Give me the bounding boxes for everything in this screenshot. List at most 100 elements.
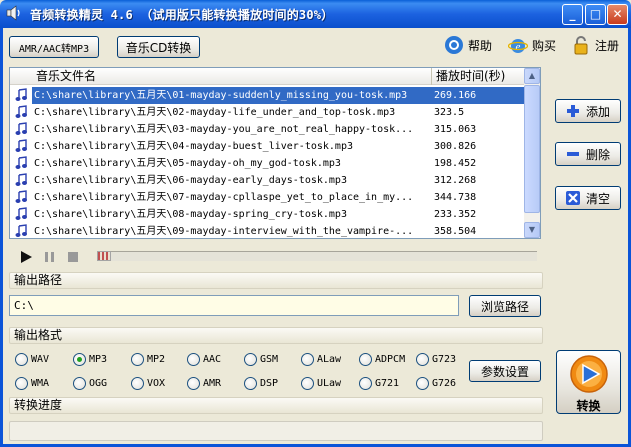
scroll-down-button[interactable]: ▼ [524,222,540,238]
music-note-icon [15,156,27,169]
radio-circle[interactable] [15,352,28,366]
radio-circle[interactable] [359,352,372,366]
music-note-icon [15,88,27,101]
maximize-button[interactable]: □ [585,4,606,25]
radio-circle[interactable] [301,376,314,390]
format-radio-g721[interactable]: G721 [359,375,399,391]
format-radio-ulaw[interactable]: ULaw [301,375,341,391]
ie-globe-icon: e [508,39,528,53]
file-row[interactable]: C:\share\library\五月天\08-mayday-spring_cr… [10,206,526,223]
scroll-thumb[interactable] [524,85,540,213]
format-radio-g723[interactable]: G723 [416,351,456,367]
radio-circle[interactable] [131,376,144,390]
music-note-icon [15,105,27,118]
file-duration: 315.063 [434,124,477,135]
amr-aac-to-mp3-button[interactable]: AMR/AAC转MP3 [9,36,99,58]
play-icon[interactable] [19,250,33,264]
radio-circle[interactable] [359,376,372,390]
format-label: GSM [260,353,279,365]
radio-circle[interactable] [73,376,86,390]
format-radio-alaw[interactable]: ALaw [301,351,341,367]
format-radio-mp2[interactable]: MP2 [131,351,165,367]
format-label: ULaw [317,377,342,389]
file-row[interactable]: C:\share\library\五月天\07-mayday-cpllaspe_… [10,189,526,206]
music-cd-convert-button[interactable]: 音乐CD转换 [117,36,200,58]
x-icon [565,191,580,205]
scroll-up-button[interactable]: ▲ [524,68,540,84]
format-label: MP3 [89,353,108,365]
file-row[interactable]: C:\share\library\五月天\06-mayday-early_day… [10,172,526,189]
conversion-progress-bar [9,421,543,441]
app-speaker-icon [6,5,20,21]
file-list-scrollbar[interactable]: ▲ ▼ [524,68,540,238]
output-format-section: 输出格式 [9,327,543,344]
minimize-button[interactable]: _ [562,4,583,25]
format-radio-dsp[interactable]: DSP [244,375,278,391]
pause-icon[interactable] [43,250,57,264]
format-radio-vox[interactable]: VOX [131,375,165,391]
radio-circle[interactable] [301,352,314,366]
file-duration: 323.5 [434,107,465,118]
file-name: C:\share\library\五月天\01-mayday-suddenly_… [32,87,432,104]
format-radio-wma[interactable]: WMA [15,375,49,391]
column-header-duration[interactable]: 播放时间(秒) [432,68,526,85]
file-duration: 198.452 [434,158,477,169]
file-row[interactable]: C:\share\library\五月天\01-mayday-suddenly_… [10,87,526,104]
register-label: 注册 [595,38,620,53]
title-bar[interactable]: 音频转换精灵 4.6 （试用版只能转换播放时间的30%） _ □ ✕ [0,0,631,28]
file-duration: 300.826 [434,141,477,152]
file-list[interactable]: 音乐文件名 播放时间(秒) C:\share\library\五月天\01-ma… [9,67,541,239]
close-button[interactable]: ✕ [607,4,628,25]
stop-icon[interactable] [66,250,80,264]
file-row[interactable]: C:\share\library\五月天\05-mayday-oh_my_god… [10,155,526,172]
format-label: DSP [260,377,279,389]
output-path-input[interactable]: C:\ [9,295,459,316]
radio-circle[interactable] [131,352,144,366]
format-radio-wav[interactable]: WAV [15,351,49,367]
file-row[interactable]: C:\share\library\五月天\03-mayday-you_are_n… [10,121,526,138]
format-label: OGG [89,377,108,389]
radio-circle[interactable] [15,376,28,390]
progress-section: 转换进度 [9,397,543,414]
music-note-icon [15,139,27,152]
file-row[interactable]: C:\share\library\五月天\09-mayday-interview… [10,223,526,238]
file-row[interactable]: C:\share\library\五月天\02-mayday-life_unde… [10,104,526,121]
format-label: AMR [203,377,222,389]
seek-handle[interactable] [97,251,111,261]
seek-slider[interactable] [97,251,537,261]
help-link[interactable]: 帮助 [444,34,492,56]
radio-circle[interactable] [244,376,257,390]
delete-button[interactable]: 删除 [555,142,621,166]
convert-label: 转换 [576,399,601,413]
radio-circle[interactable] [244,352,257,366]
window-frame-left [0,28,3,447]
browse-path-button[interactable]: 浏览路径 [469,295,541,317]
format-radio-ogg[interactable]: OGG [73,375,107,391]
parameter-settings-button[interactable]: 参数设置 [469,360,541,382]
add-button[interactable]: 添加 [555,99,621,123]
file-name: C:\share\library\五月天\05-mayday-oh_my_god… [34,158,341,169]
file-row[interactable]: C:\share\library\五月天\04-mayday-buest_liv… [10,138,526,155]
radio-circle[interactable] [416,376,429,390]
file-list-header: 音乐文件名 播放时间(秒) [10,68,526,85]
buy-link[interactable]: e 购买 [508,34,556,56]
radio-circle[interactable] [187,352,200,366]
clear-button[interactable]: 清空 [555,186,621,210]
music-note-icon [15,173,27,186]
format-radio-adpcm[interactable]: ADPCM [359,351,405,367]
format-radio-g726[interactable]: G726 [416,375,456,391]
format-label: WAV [31,353,50,365]
clear-label: 清空 [585,191,610,206]
format-label: MP2 [147,353,166,365]
radio-circle[interactable] [73,352,86,366]
convert-button[interactable]: 转换 [556,350,621,414]
format-radio-aac[interactable]: AAC [187,351,221,367]
column-header-filename[interactable]: 音乐文件名 [32,68,432,85]
register-link[interactable]: 注册 [571,34,619,56]
file-name: C:\share\library\五月天\06-mayday-early_day… [34,175,347,186]
format-radio-amr[interactable]: AMR [187,375,221,391]
format-radio-mp3[interactable]: MP3 [73,351,107,367]
format-radio-gsm[interactable]: GSM [244,351,278,367]
radio-circle[interactable] [187,376,200,390]
radio-circle[interactable] [416,352,429,366]
